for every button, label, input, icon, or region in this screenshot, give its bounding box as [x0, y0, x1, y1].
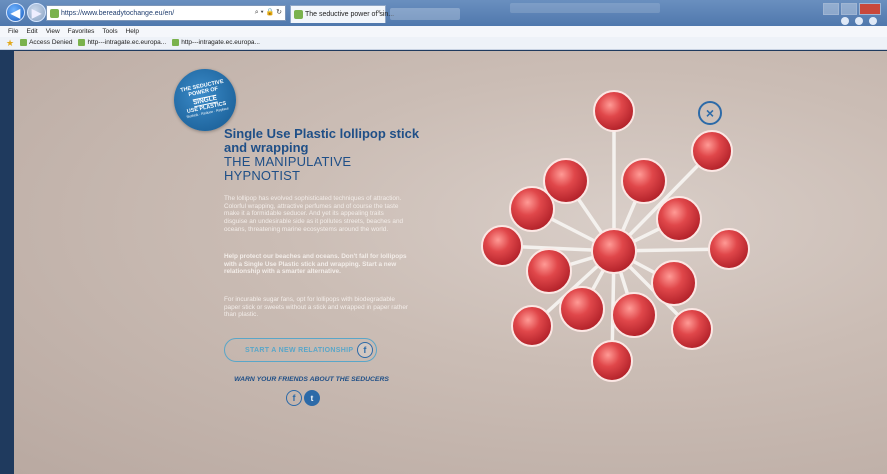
- social-share: f t: [286, 390, 320, 406]
- favorites-bar: ★ Access Denied http---intragate.ec.euro…: [0, 37, 887, 50]
- forward-button[interactable]: ▶: [27, 3, 46, 22]
- address-url: https://www.bereadytochange.eu/en/: [61, 9, 175, 17]
- tab-close-icon[interactable]: ×: [377, 9, 381, 16]
- start-relationship-button[interactable]: START A NEW RELATIONSHIP f: [224, 338, 377, 362]
- settings-gear-icon[interactable]: [869, 17, 877, 25]
- site-favicon-icon: [50, 9, 59, 18]
- favorite-link-1[interactable]: Access Denied: [20, 39, 72, 47]
- facebook-share-icon[interactable]: f: [286, 390, 302, 406]
- warn-friends-heading: WARN YOUR FRIENDS ABOUT THE SEDUCERS: [234, 376, 389, 383]
- window-title-area: [510, 3, 660, 13]
- title-bold: Single Use Plastic lollipop stick and wr…: [224, 126, 420, 155]
- favicon-icon: [78, 39, 86, 47]
- menu-file[interactable]: File: [8, 28, 18, 35]
- description-paragraph: The lollipop has evolved sophisticated t…: [224, 195, 404, 233]
- arrow-right-icon: ▶: [31, 5, 42, 20]
- browser-tab-blank[interactable]: [390, 8, 460, 20]
- maximize-button[interactable]: [841, 3, 857, 15]
- arrow-left-icon: ◀: [10, 5, 21, 20]
- menu-bar: File Edit View Favorites Tools Help: [0, 26, 887, 37]
- page-title: Single Use Plastic lollipop stick and wr…: [224, 127, 424, 183]
- favorite-link-3[interactable]: http---intragate.ec.europa...: [172, 39, 260, 47]
- web-page: THE SEDUCTIVE POWER OF SINGLE USE PLASTI…: [14, 51, 887, 474]
- menu-edit[interactable]: Edit: [26, 28, 37, 35]
- minimize-button[interactable]: [823, 3, 839, 15]
- lollipop-bouquet-illustration: [481, 90, 750, 382]
- home-icon[interactable]: [841, 17, 849, 25]
- call-to-action-paragraph: Help protect our beaches and oceans. Don…: [224, 253, 407, 276]
- window-close-button[interactable]: [859, 3, 881, 15]
- window-controls: [823, 3, 881, 15]
- menu-tools[interactable]: Tools: [102, 28, 117, 35]
- tip-paragraph: For incurable sugar fans, opt for lollip…: [224, 296, 409, 319]
- facebook-icon: f: [357, 342, 373, 358]
- menu-view[interactable]: View: [46, 28, 60, 35]
- browser-titlebar: ◀ ▶ https://www.bereadytochange.eu/en/ ⌕…: [0, 0, 887, 26]
- title-subtitle: THE MANIPULATIVE HYPNOTIST: [224, 154, 352, 183]
- address-bar[interactable]: https://www.bereadytochange.eu/en/ ⌕ ▾ 🔒…: [46, 5, 286, 21]
- twitter-share-icon[interactable]: t: [304, 390, 320, 406]
- back-button[interactable]: ◀: [6, 3, 25, 22]
- tab-favicon-icon: [294, 10, 303, 19]
- favorites-star-icon[interactable]: [855, 17, 863, 25]
- favicon-icon: [20, 39, 28, 47]
- favorites-star-icon[interactable]: ★: [6, 38, 14, 49]
- favicon-icon: [172, 39, 180, 47]
- browser-tab-active[interactable]: The seductive power of sin... ×: [290, 5, 394, 23]
- toolbar-icons: [841, 17, 877, 25]
- menu-favorites[interactable]: Favorites: [68, 28, 95, 35]
- address-tools[interactable]: ⌕ ▾ 🔒 ↻: [255, 8, 282, 17]
- menu-help[interactable]: Help: [126, 28, 139, 35]
- cta-label: START A NEW RELATIONSHIP: [245, 346, 354, 354]
- favorite-link-2[interactable]: http---intragate.ec.europa...: [78, 39, 166, 47]
